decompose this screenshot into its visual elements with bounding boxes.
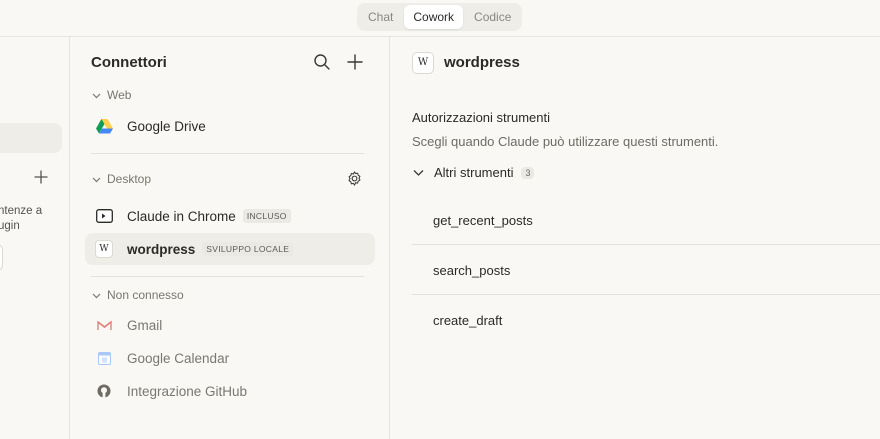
divider xyxy=(91,276,364,277)
section-web-label: Web xyxy=(107,88,132,102)
status-badge: SVILUPPO LOCALE xyxy=(202,242,294,256)
connector-claude-in-chrome[interactable]: Claude in Chrome INCLUSO xyxy=(85,200,375,232)
connector-label: Gmail xyxy=(127,317,163,333)
tool-row[interactable]: search_posts xyxy=(412,245,880,295)
chevron-down-icon xyxy=(413,170,424,176)
tab-chat[interactable]: Chat xyxy=(359,5,402,29)
section-not-connected-label: Non connesso xyxy=(107,288,184,302)
calendar-icon xyxy=(95,349,113,367)
github-icon xyxy=(95,382,113,400)
settings-nav: ntenze a ugin xyxy=(0,37,70,439)
partial-description: ntenze a ugin xyxy=(0,205,43,232)
section-web[interactable]: Web xyxy=(91,88,131,102)
wordpress-icon: W xyxy=(95,240,113,258)
tab-codice[interactable]: Codice xyxy=(465,5,520,29)
gear-icon[interactable] xyxy=(346,170,363,187)
connector-detail: W wordpress Autorizzazioni strumenti Sce… xyxy=(391,37,880,439)
partial-button[interactable] xyxy=(0,244,3,271)
search-icon[interactable] xyxy=(313,53,331,71)
connector-label: Integrazione GitHub xyxy=(127,383,248,399)
connector-github[interactable]: Integrazione GitHub xyxy=(85,375,375,407)
chevron-down-icon xyxy=(92,293,101,298)
tool-name: get_recent_posts xyxy=(433,213,533,228)
plus-icon[interactable] xyxy=(34,170,48,184)
tool-row[interactable]: get_recent_posts xyxy=(412,195,880,245)
browser-window-icon xyxy=(95,207,113,225)
connector-label: wordpress xyxy=(127,241,196,257)
divider xyxy=(91,153,364,154)
connector-label: Google Calendar xyxy=(127,350,230,366)
selected-nav-item[interactable] xyxy=(0,123,62,153)
connector-google-drive[interactable]: Google Drive xyxy=(85,110,375,142)
tool-group-toggle[interactable]: Altri strumenti 3 xyxy=(412,165,535,180)
connector-gmail[interactable]: Gmail xyxy=(85,309,375,341)
section-desktop-label: Desktop xyxy=(107,172,152,186)
connector-label: Claude in Chrome xyxy=(127,208,236,224)
chevron-down-icon xyxy=(92,93,101,98)
connectors-title: Connettori xyxy=(91,54,167,71)
section-desktop[interactable]: Desktop xyxy=(91,172,151,186)
top-bar: Chat Cowork Codice xyxy=(0,0,880,37)
tool-name: create_draft xyxy=(433,313,503,328)
tool-group-label: Altri strumenti xyxy=(434,165,514,180)
section-not-connected[interactable]: Non connesso xyxy=(91,288,184,302)
connectors-panel: Connettori Web Google Drive Desktop Clau… xyxy=(70,37,390,439)
connector-wordpress[interactable]: W wordpress SVILUPPO LOCALE xyxy=(85,233,375,265)
add-connector-icon[interactable] xyxy=(346,53,364,71)
tool-name: search_posts xyxy=(433,263,511,278)
tool-count-badge: 3 xyxy=(521,166,535,179)
wordpress-icon: W xyxy=(412,52,434,74)
status-badge: INCLUSO xyxy=(242,209,291,223)
mode-switcher: Chat Cowork Codice xyxy=(357,3,523,31)
gmail-icon xyxy=(95,316,113,334)
detail-title: wordpress xyxy=(444,54,520,71)
tab-cowork[interactable]: Cowork xyxy=(404,5,464,29)
connector-google-calendar[interactable]: Google Calendar xyxy=(85,342,375,374)
tool-row[interactable]: create_draft xyxy=(412,295,880,345)
google-drive-icon xyxy=(95,117,113,135)
permissions-subtitle: Scegli quando Claude può utilizzare ques… xyxy=(412,134,719,149)
permissions-heading: Autorizzazioni strumenti xyxy=(412,110,550,125)
chevron-down-icon xyxy=(92,177,101,182)
connector-label: Google Drive xyxy=(127,118,206,134)
